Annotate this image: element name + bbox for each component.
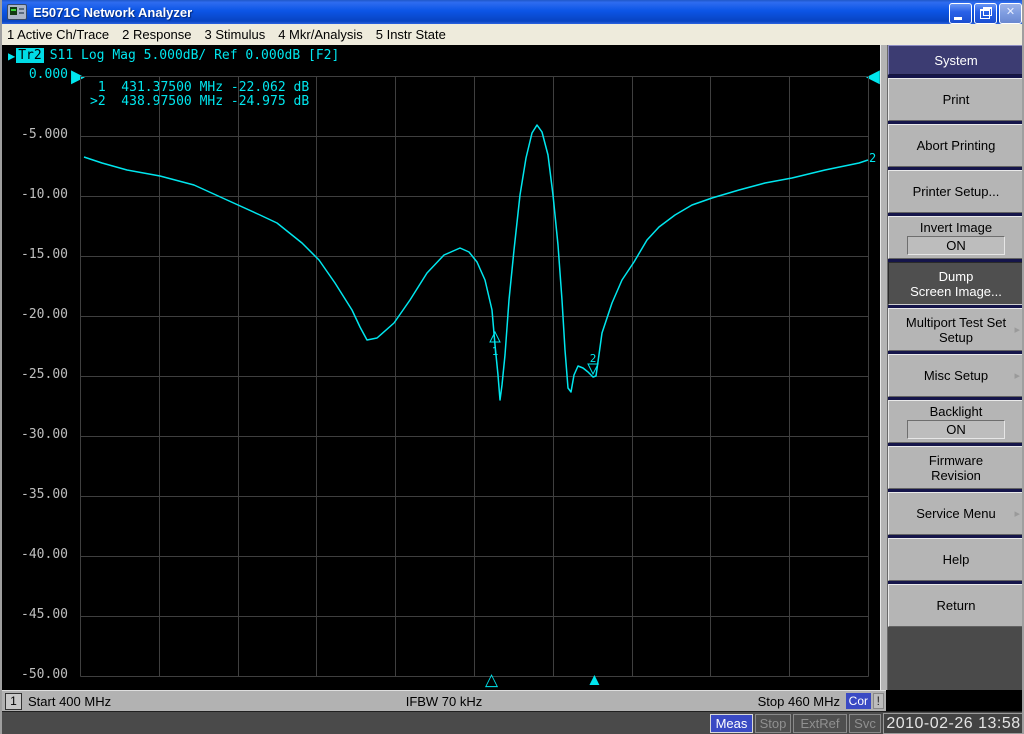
trace-marker-1: 1: [489, 330, 501, 358]
submenu-arrow-icon: ▸: [1014, 323, 1020, 336]
submenu-arrow-icon: ▸: [1014, 507, 1020, 520]
svg-text:2: 2: [590, 352, 597, 365]
menu-item-1[interactable]: 1 Active Ch/Trace: [7, 27, 109, 42]
plot-canvas: 12: [80, 76, 869, 677]
trace-line: [83, 124, 869, 401]
softkey-printer-setup[interactable]: Printer Setup...: [888, 170, 1022, 213]
y-axis-label: -5.000: [21, 127, 68, 142]
y-axis-label: -25.00: [21, 367, 68, 382]
trace-label: Tr2: [16, 48, 44, 63]
softkey-label: System: [934, 52, 978, 68]
y-axis-label: -40.00: [21, 547, 68, 562]
status-datetime: 2010-02-26 13:58: [883, 713, 1022, 734]
softkey-label: Service Menu: [916, 506, 996, 521]
softkey-invert-image[interactable]: Invert Image ON: [888, 216, 1022, 259]
active-trace-arrow-icon: ▶: [8, 48, 16, 63]
menu-item-2[interactable]: 2 Response: [122, 27, 191, 42]
softkey-label: Revision: [931, 467, 981, 483]
marker1-stimulus-icon: △: [485, 670, 499, 689]
status-bar: Meas Stop ExtRef Svc 2010-02-26 13:58: [2, 711, 1022, 734]
status-extref: ExtRef: [793, 714, 847, 733]
softkey-label: Setup: [939, 329, 973, 345]
softkey-service-menu[interactable]: Service Menu ▸: [888, 492, 1022, 535]
marker2-stimulus-icon: ▲: [586, 670, 603, 689]
reference-level-label: 0.000: [28, 67, 68, 82]
softkey-label: Dump: [938, 268, 974, 284]
softkey-label: Abort Printing: [916, 138, 996, 153]
y-axis-label: -10.00: [21, 187, 68, 202]
close-button[interactable]: ✕: [999, 3, 1022, 24]
softkey-dump-screen-image[interactable]: Dump Screen Image...: [888, 262, 1022, 305]
softkey-label: Multiport Test Set: [905, 314, 1007, 330]
softkey-firmware-revision[interactable]: Firmware Revision: [888, 446, 1022, 489]
softkey-abort-printing[interactable]: Abort Printing: [888, 124, 1022, 167]
window-title: E5071C Network Analyzer: [33, 4, 193, 20]
y-axis-label: -45.00: [21, 607, 68, 622]
softkey-backlight[interactable]: Backlight ON: [888, 400, 1022, 443]
softkey-print[interactable]: Print: [888, 78, 1022, 121]
correction-badge: Cor: [845, 693, 871, 709]
alert-badge: !: [872, 693, 884, 709]
y-axis-label: -35.00: [21, 487, 68, 502]
y-axis-label: -20.00: [21, 307, 68, 322]
softkey-label: Backlight: [929, 404, 983, 419]
softkey-sidebar: System Print Abort Printing Printer Setup..…: [888, 45, 1022, 690]
y-axis-label: -50.00: [21, 667, 68, 682]
menu-item-5[interactable]: 5 Instr State: [376, 27, 446, 42]
trace-end-label: 2: [869, 151, 877, 165]
softkey-state-value: ON: [907, 420, 1005, 439]
svg-text:1: 1: [492, 345, 499, 358]
trace-header: ▶ Tr2 S11 Log Mag 5.000dB/ Ref 0.000dB [F2…: [8, 48, 339, 63]
softkey-label: Printer Setup...: [912, 184, 1000, 199]
softkey-label: Screen Image...: [910, 283, 1002, 299]
status-meas: Meas: [710, 714, 753, 733]
channel-bar: 1 Start 400 MHz IFBW 70 kHz Stop 460 MHz…: [2, 690, 886, 711]
menu-item-4[interactable]: 4 Mkr/Analysis: [278, 27, 363, 42]
softkey-system[interactable]: System: [888, 45, 1022, 75]
trace-settings-text: S11 Log Mag 5.000dB/ Ref 0.000dB [F2]: [49, 48, 340, 63]
restore-button[interactable]: [974, 3, 997, 24]
stop-frequency: Stop 460 MHz: [757, 694, 840, 709]
softkey-label: Invert Image: [919, 220, 993, 235]
minimize-button[interactable]: [949, 3, 972, 24]
ifbw-label: IFBW 70 kHz: [405, 694, 483, 709]
softkey-return[interactable]: Return: [888, 584, 1022, 627]
softkey-label: Print: [942, 92, 970, 107]
title-bar: E5071C Network Analyzer ✕: [2, 0, 1022, 24]
menu-bar: 1 Active Ch/Trace 2 Response 3 Stimulus 4 M…: [2, 24, 1022, 45]
softkey-label: Firmware: [928, 452, 984, 468]
menu-item-3[interactable]: 3 Stimulus: [205, 27, 266, 42]
y-axis-label: -30.00: [21, 427, 68, 442]
softkey-multiport-test-set-setup[interactable]: Multiport Test Set Setup ▸: [888, 308, 1022, 351]
softkey-help[interactable]: Help: [888, 538, 1022, 581]
submenu-arrow-icon: ▸: [1014, 369, 1020, 382]
softkey-state-value: ON: [907, 236, 1005, 255]
app-icon: [7, 4, 27, 20]
softkey-misc-setup[interactable]: Misc Setup ▸: [888, 354, 1022, 397]
status-stop: Stop: [755, 714, 791, 733]
status-svc: Svc: [849, 714, 881, 733]
analyzer-window: E5071C Network Analyzer ✕ 1 Active Ch/Tr…: [0, 0, 1024, 734]
sidebar-splitter[interactable]: [880, 45, 888, 690]
softkey-label: Help: [942, 552, 970, 567]
y-axis-label: -15.00: [21, 247, 68, 262]
softkey-label: Misc Setup: [923, 368, 989, 383]
softkey-label: Return: [936, 598, 976, 613]
